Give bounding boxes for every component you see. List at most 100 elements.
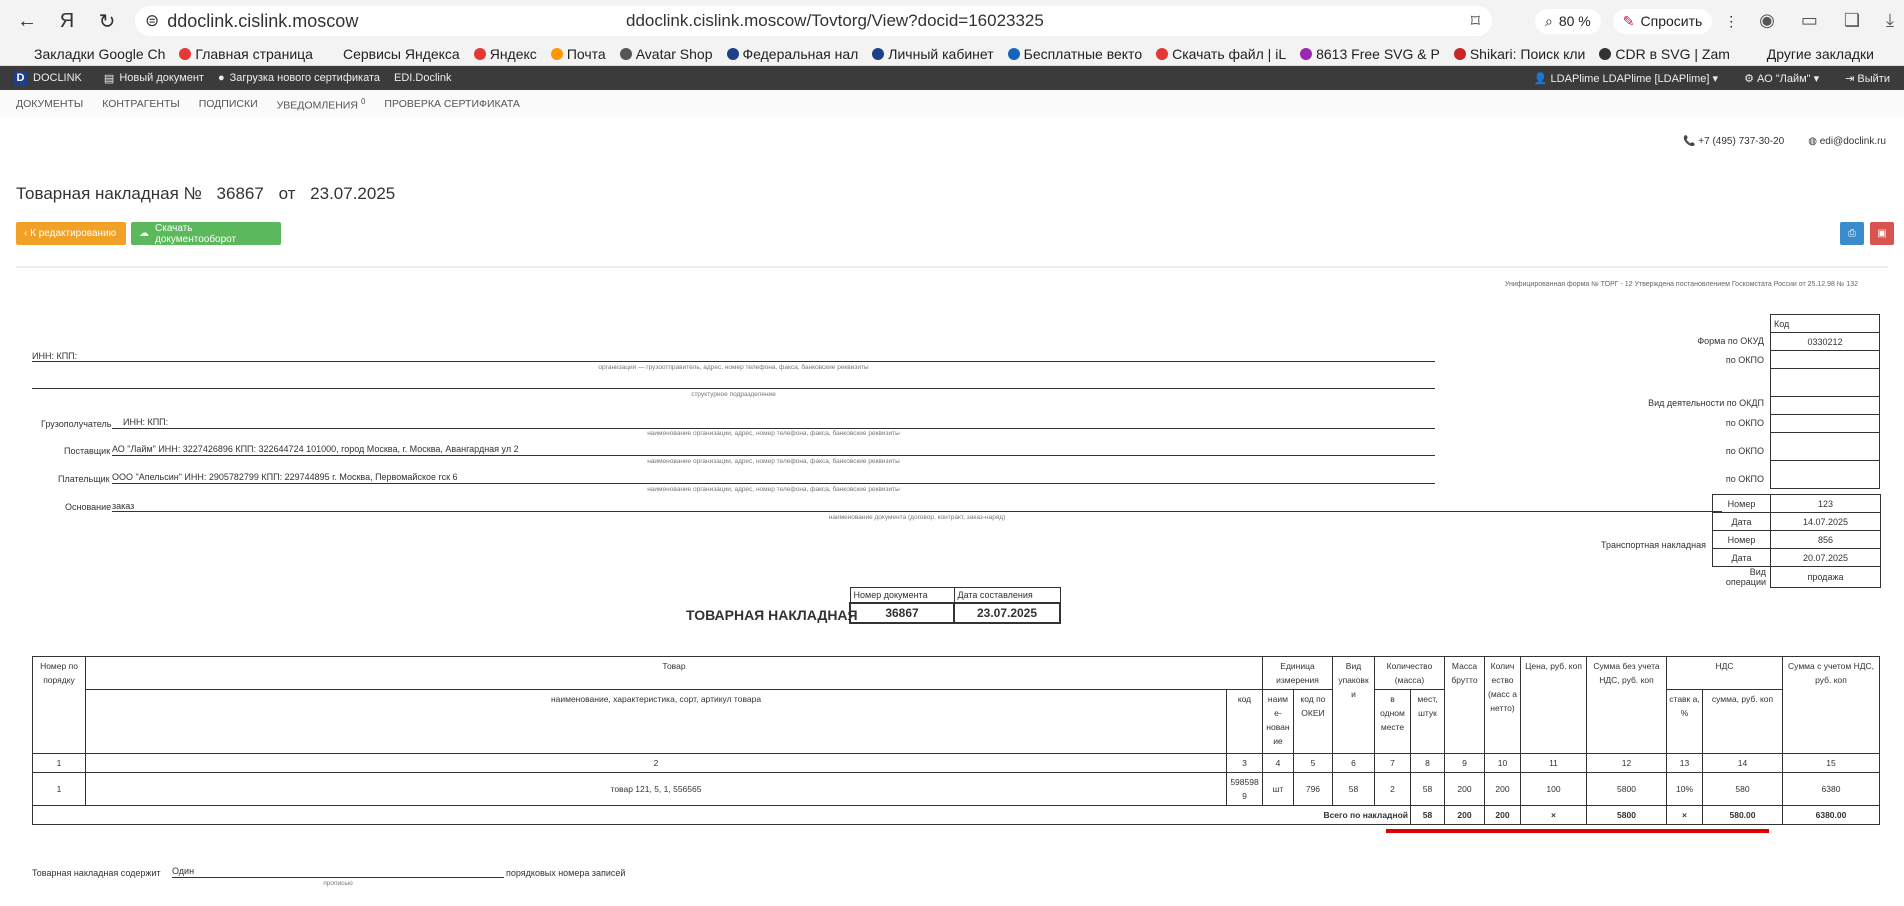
ask-label: Спросить [1640,13,1703,29]
h-unit-okei: код по ОКЕИ [1292,689,1334,754]
site-info-icon[interactable]: ⊜ [145,11,159,31]
print-icon: ⎙ [1848,228,1856,239]
bookmark-favicon-icon [726,47,739,60]
bookmark-item[interactable]: 8613 Free SVG & P [1300,46,1440,62]
bookmark-item[interactable]: CDR в SVG | Zam [1599,46,1730,62]
extensions: ◉ ▭ ❏ ⤓ [1759,10,1894,31]
menu-signatures[interactable]: ПОДПИСКИ [199,98,258,110]
collections-icon[interactable]: ❏ [1844,10,1860,31]
back-icon[interactable]: ← [10,4,44,38]
upload-cert-link[interactable]: ● Загрузка нового сертификата [218,72,380,84]
bookmark-favicon-icon [473,47,486,60]
h-net: Колич ество (масс а нетто) [1484,656,1521,754]
document-icon: ▤ [103,72,115,85]
bookmark-item[interactable]: Бесплатные векто [1007,45,1143,62]
bookmark-label: Бесплатные векто [1023,45,1143,62]
zoom-button[interactable]: ⌕ 80 % [1535,8,1601,34]
cert-icon: ● [217,72,225,84]
menu-notifications[interactable]: УВЕДОМЛЕНИЯ 0 [277,97,366,112]
table-cell: 598598 9 [1226,772,1263,806]
phone-number: +7 (495) 737-30-20 [1698,136,1785,147]
table-cell: 12 [1586,753,1667,773]
table-cell: товар 121, 5, 1, 556565 [85,772,1227,806]
bookmark-item[interactable]: Shikari: Поиск кли [1453,46,1585,62]
h-gross: Масса брутто [1444,656,1485,754]
bookmark-favicon-icon [1453,47,1466,60]
user-area: 👤 LDAPlime LDAPlime [LDAPlime] ▾ ⚙ АО "Л… [1534,72,1890,85]
table-cell: 6 [1332,753,1375,773]
bookmark-item[interactable]: Сервисы Яндекса [326,46,460,62]
okpo-value [1770,350,1880,369]
bookmark-label: Личный кабинет [888,45,994,62]
mail-icon: ◍ [1808,136,1817,147]
table-cell: 5800 [1586,805,1667,825]
email[interactable]: ◍ edi@doclink.ru [1808,136,1886,147]
transport-num-label: Номер [1712,530,1771,549]
user-menu[interactable]: 👤 LDAPlime LDAPlime [LDAPlime] ▾ [1534,72,1718,85]
zoom-level: 80 % [1558,13,1591,29]
table-cell: 200 [1444,805,1485,825]
consignee-line [112,428,1435,429]
menu-contractors[interactable]: КОНТРАГЕНТЫ [102,98,179,110]
footer-label: Товарная накладная содержит [32,868,161,878]
okud-label: Форма по ОКУД [1697,336,1764,346]
edit-button[interactable]: ‹ К редактированию [16,222,126,245]
logo-mark: D [14,70,27,86]
transport-date-label: Дата [1712,548,1771,567]
table-cell: 6380 [1782,772,1880,806]
table-cell: × [1520,805,1587,825]
new-document-link[interactable]: ▤ Новый документ [104,72,204,85]
ask-button[interactable]: ✎ Спросить [1612,8,1713,34]
consignee-value: ИНН: КПП: [123,417,169,427]
address-bar[interactable]: ⊜ ddoclink.cislink.moscow ddoclink.cisli… [135,6,1492,36]
okdp-value [1770,396,1880,415]
other-bookmarks[interactable]: Другие закладки [1767,46,1874,62]
yandex-icon[interactable]: Я [50,4,84,38]
download-icon[interactable]: ⤓ [1886,10,1894,31]
notifications-label: УВЕДОМЛЕНИЯ [276,99,358,112]
bookmark-icon[interactable]: ⌑ [1471,11,1480,32]
basis-sub: наименование документа (договор, контрак… [828,514,1006,521]
page-title: Товарная накладная № 36867 от 23.07.2025 [16,184,395,204]
pdf-button[interactable]: ▣ [1870,222,1894,245]
bookmark-item[interactable]: Яндекс [473,46,537,62]
menu-cert-check[interactable]: ПРОВЕРКА СЕРТИФИКАТА [384,98,520,110]
menu-documents[interactable]: ДОКУМЕНТЫ [16,98,83,110]
print-button[interactable]: ⎙ [1840,222,1864,245]
bookmark-item[interactable]: Avatar Shop [619,46,713,62]
cloud-download-icon: ☁ [139,228,149,239]
kod-header: Код [1770,314,1880,333]
reload-icon[interactable]: ↻ [90,4,124,38]
bookmark-item[interactable]: Главная страница [179,46,313,62]
total-row: Всего по накладной 58 200 200 × 5800 × 580.00 6… [32,805,1880,825]
extension-icon[interactable]: ◉ [1759,10,1775,31]
tab-icon[interactable]: ▭ [1801,10,1818,31]
table-cell: 1 [32,772,86,806]
org-menu[interactable]: ⚙ АО "Лайм" ▾ [1744,72,1819,85]
bookmark-favicon-icon [619,47,632,60]
bookmark-favicon-icon [1156,47,1169,60]
table-cell: 580.00 [1702,805,1783,825]
bookmark-item[interactable]: Скачать файл | iL [1156,46,1286,62]
table-cell: 7 [1374,753,1411,773]
menu-dots-icon[interactable]: ⋮ [1724,13,1738,30]
download-button[interactable]: ☁ Скачать документооборот [131,222,281,245]
bookmark-item[interactable]: Почта [550,46,606,62]
edi-link[interactable]: EDI.Doclink [394,72,451,84]
table-cell: 796 [1292,772,1334,806]
doclink-logo[interactable]: D DOCLINK [14,70,82,86]
h-unit: Единица измерения [1262,656,1333,690]
table-cell: 5800 [1586,772,1667,806]
h-vat: НДС [1666,656,1783,690]
table-cell: 100 [1520,772,1587,806]
table-cell: 200 [1484,772,1521,806]
phone-icon: 📞 [1683,136,1696,147]
bookmark-item[interactable]: Личный кабинет [872,45,994,62]
table-row: 1 товар 121, 5, 1, 556565 598598 9 шт 796 58 2… [32,772,1880,806]
bookmark-item[interactable]: Закладки Google Ch [18,46,165,62]
docnum-value: 36867 [849,602,955,624]
user-icon: 👤 [1533,72,1548,85]
table-cell: 580 [1702,772,1783,806]
bookmark-item[interactable]: Федеральная нал [726,46,858,62]
logout-link[interactable]: ⇥ Выйти [1845,72,1890,85]
